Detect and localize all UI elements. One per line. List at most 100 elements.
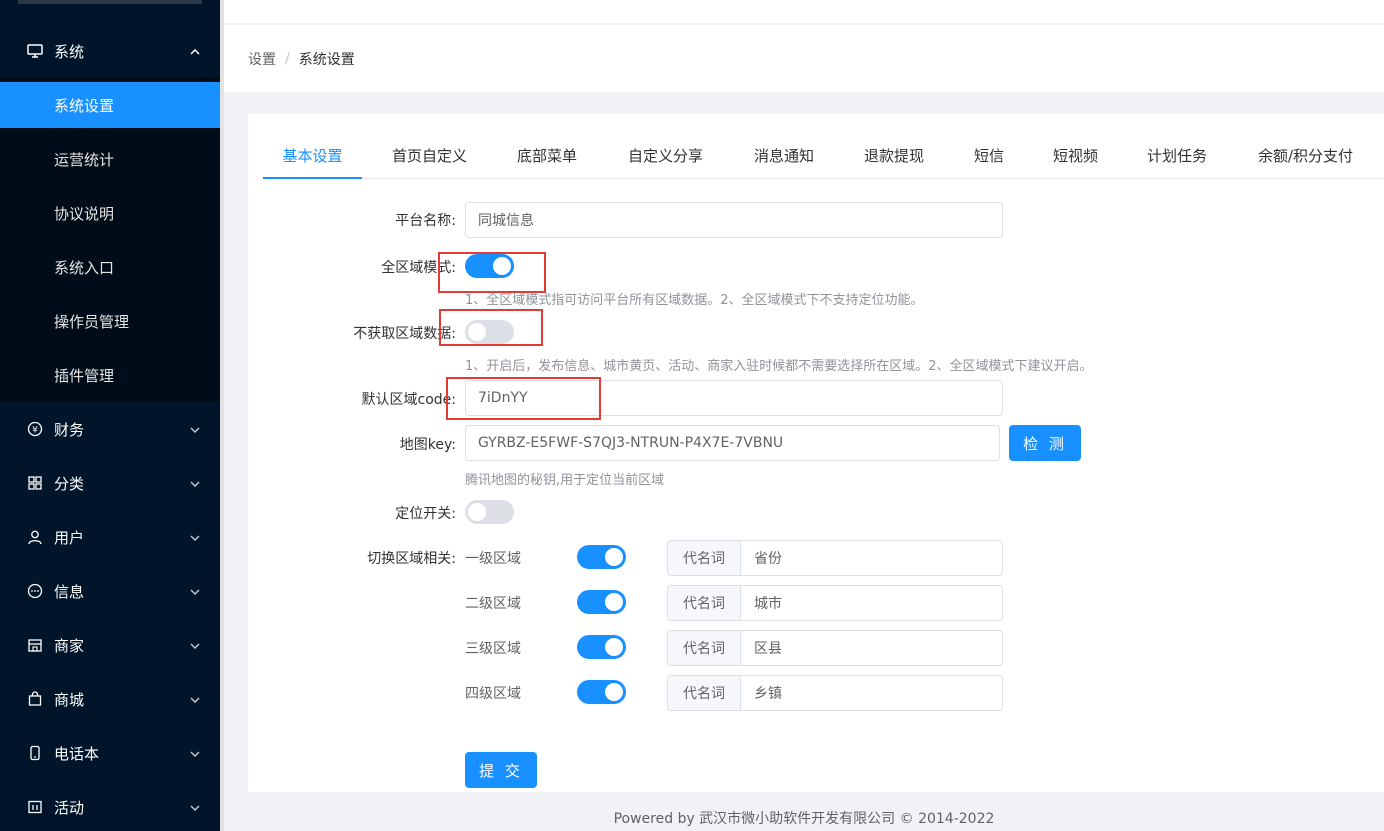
platform-name-label: 平台名称:	[395, 213, 456, 229]
sidebar-item-phonebook[interactable]: 电话本	[0, 726, 220, 780]
region-level-2-switch[interactable]	[577, 590, 626, 614]
tab-message-notification[interactable]: 消息通知	[754, 140, 814, 179]
tab-label: 基本设置	[282, 147, 343, 165]
sidebar-subitem-operator-management[interactable]: 操作员管理	[0, 298, 220, 344]
default-region-code-label: 默认区域code:	[361, 392, 456, 408]
top-header	[224, 0, 1384, 24]
check-button[interactable]: 检 测	[1009, 425, 1081, 461]
region-level-2-label: 二级区域	[465, 596, 521, 612]
map-key-input[interactable]: GYRBZ-E5FWF-S7QJ3-NTRUN-P4X7E-7VBNU	[465, 425, 1000, 461]
sidebar-item-label: 商城	[54, 690, 85, 709]
sidebar-item-users[interactable]: 用户	[0, 510, 220, 564]
sidebar-item-category[interactable]: 分类	[0, 456, 220, 510]
alias-prefix: 代名词	[668, 631, 741, 665]
locate-switch[interactable]	[465, 500, 514, 524]
breadcrumb: 设置 / 系统设置	[224, 25, 1384, 92]
tab-bar: 基本设置 首页自定义 底部菜单 自定义分享 消息通知 退款提现 短信 短视频 计…	[263, 140, 1384, 179]
user-icon	[26, 528, 44, 546]
tab-bottom-menu[interactable]: 底部菜单	[517, 140, 577, 179]
tab-basic-settings[interactable]: 基本设置	[263, 140, 362, 179]
sidebar-item-label: 系统	[54, 42, 85, 61]
store-icon	[26, 636, 44, 654]
sidebar-subitem-plugin-management[interactable]: 插件管理	[0, 352, 220, 398]
chevron-down-icon	[190, 476, 200, 490]
sidebar-item-label: 活动	[54, 798, 85, 817]
region-level-4-alias[interactable]: 代名词 乡镇	[667, 675, 1003, 711]
sidebar-item-merchant[interactable]: 商家	[0, 618, 220, 672]
sidebar-subitem-system-entry[interactable]: 系统入口	[0, 244, 220, 290]
chevron-down-icon	[190, 800, 200, 814]
sidebar: 系统 系统设置 运营统计 协议说明 系统入口 操作员管理 插件管理 ¥ 财务 分…	[0, 0, 220, 831]
sidebar-scrollbar[interactable]	[220, 0, 224, 831]
platform-name-value: 同城信息	[478, 213, 534, 229]
chevron-down-icon	[190, 584, 200, 598]
switch-knob	[605, 683, 623, 701]
region-level-1-alias[interactable]: 代名词 省份	[667, 540, 1003, 576]
region-level-3-label: 三级区域	[465, 641, 521, 657]
region-level-4-switch[interactable]	[577, 680, 626, 704]
sidebar-item-activity[interactable]: 活动	[0, 780, 220, 831]
sidebar-item-info[interactable]: 信息	[0, 564, 220, 618]
sidebar-subitem-agreements[interactable]: 协议说明	[0, 190, 220, 236]
region-level-1-switch[interactable]	[577, 545, 626, 569]
alias-value: 乡镇	[754, 686, 782, 702]
switch-knob	[605, 638, 623, 656]
alias-prefix: 代名词	[668, 676, 741, 710]
tab-scheduled-tasks[interactable]: 计划任务	[1147, 140, 1207, 179]
footer-copyright: Powered by 武汉市微小助软件开发有限公司 © 2014-2022	[613, 811, 995, 827]
highlight-box	[446, 377, 601, 420]
monitor-icon	[26, 42, 44, 60]
highlight-box	[438, 252, 546, 293]
switch-knob	[468, 503, 486, 521]
tab-sms[interactable]: 短信	[974, 140, 1004, 179]
sidebar-subitem-operation-stats[interactable]: 运营统计	[0, 136, 220, 182]
chat-icon	[26, 582, 44, 600]
locate-switch-label: 定位开关:	[395, 506, 456, 522]
map-key-label: 地图key:	[399, 437, 456, 453]
chevron-down-icon	[190, 638, 200, 652]
sidebar-item-label: 商家	[54, 636, 85, 655]
breadcrumb-root[interactable]: 设置	[248, 49, 276, 69]
map-key-value: GYRBZ-E5FWF-S7QJ3-NTRUN-P4X7E-7VBNU	[478, 435, 784, 451]
alias-prefix: 代名词	[668, 586, 741, 620]
sidebar-item-label: 财务	[54, 420, 85, 439]
sidebar-item-system[interactable]: 系统	[0, 24, 220, 78]
tab-balance-points-payment[interactable]: 余额/积分支付	[1258, 140, 1353, 179]
region-level-3-alias[interactable]: 代名词 区县	[667, 630, 1003, 666]
phone-icon	[26, 744, 44, 762]
tab-short-video[interactable]: 短视频	[1053, 140, 1098, 179]
map-key-hint: 腾讯地图的秘钥,用于定位当前区域	[465, 473, 665, 488]
alias-value: 城市	[754, 596, 782, 612]
sidebar-item-label: 信息	[54, 582, 85, 601]
region-level-4-label: 四级区域	[465, 686, 521, 702]
chevron-up-icon	[190, 44, 200, 58]
switch-knob	[605, 593, 623, 611]
region-level-2-alias[interactable]: 代名词 城市	[667, 585, 1003, 621]
region-level-3-switch[interactable]	[577, 635, 626, 659]
full-region-mode-hint: 1、全区域模式指可访问平台所有区域数据。2、全区域模式下不支持定位功能。	[465, 293, 924, 308]
tab-homepage-custom[interactable]: 首页自定义	[392, 140, 467, 179]
highlight-box	[439, 309, 543, 346]
alias-prefix: 代名词	[668, 541, 741, 575]
platform-name-input[interactable]: 同城信息	[465, 202, 1003, 238]
settings-panel: 基本设置 首页自定义 底部菜单 自定义分享 消息通知 退款提现 短信 短视频 计…	[248, 114, 1384, 792]
sidebar-item-label: 用户	[54, 528, 85, 547]
active-tab-indicator	[263, 177, 362, 179]
switch-region-label: 切换区域相关:	[367, 551, 456, 567]
sidebar-item-label: 电话本	[54, 744, 100, 763]
calendar-icon	[26, 798, 44, 816]
sidebar-subitem-system-settings[interactable]: 系统设置	[0, 82, 220, 128]
alias-value: 区县	[754, 641, 782, 657]
svg-text:¥: ¥	[32, 426, 38, 436]
yen-icon: ¥	[26, 420, 44, 438]
tab-custom-share[interactable]: 自定义分享	[628, 140, 703, 179]
bag-icon	[26, 690, 44, 708]
switch-knob	[605, 548, 623, 566]
sidebar-item-finance[interactable]: ¥ 财务	[0, 402, 220, 456]
breadcrumb-current: 系统设置	[298, 51, 355, 68]
tab-refund-withdraw[interactable]: 退款提现	[864, 140, 924, 179]
submit-button[interactable]: 提 交	[465, 752, 537, 788]
sidebar-top-strip	[18, 0, 202, 4]
sidebar-item-mall[interactable]: 商城	[0, 672, 220, 726]
grid-icon	[26, 474, 44, 492]
